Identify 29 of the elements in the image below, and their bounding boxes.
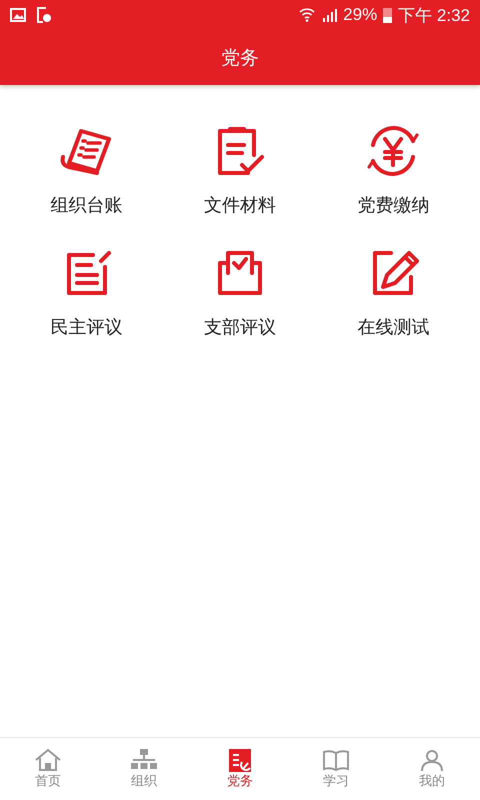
home-icon [34,748,62,772]
menu-item[interactable]: 民主评议 [10,245,164,339]
menu-label: 支部评议 [204,316,276,339]
tab[interactable]: 党务 [192,738,288,800]
clock-file-icon [36,7,52,23]
tab[interactable]: 组织 [96,738,192,800]
menu-label: 民主评议 [50,316,123,339]
wifi-icon [299,7,316,23]
clock-time: 下午 2:32 [398,4,470,26]
menu-item[interactable]: 文件材料 [163,123,317,217]
yuan-exchange-icon [365,123,422,179]
menu-label: 文件材料 [204,194,276,217]
tab[interactable]: 我的 [384,738,480,800]
page-title: 党务 [221,46,259,70]
menu-label: 党费缴纳 [357,194,430,217]
battery-icon [383,7,392,23]
book-icon [322,748,350,772]
menu-item[interactable]: 支部评议 [163,245,317,339]
menu-label: 组织台账 [50,194,123,217]
signal-icon [321,8,338,22]
battery-percent: 29% [343,5,378,25]
tab[interactable]: 学习 [288,738,384,800]
menu-label: 在线测试 [357,316,430,339]
menu-item[interactable]: 组织台账 [10,123,164,217]
image-icon [10,8,26,22]
menu-item[interactable]: 在线测试 [316,245,470,339]
menu-item[interactable]: 党费缴纳 [316,123,470,217]
person-icon [418,748,446,772]
tab[interactable]: 首页 [0,738,96,800]
